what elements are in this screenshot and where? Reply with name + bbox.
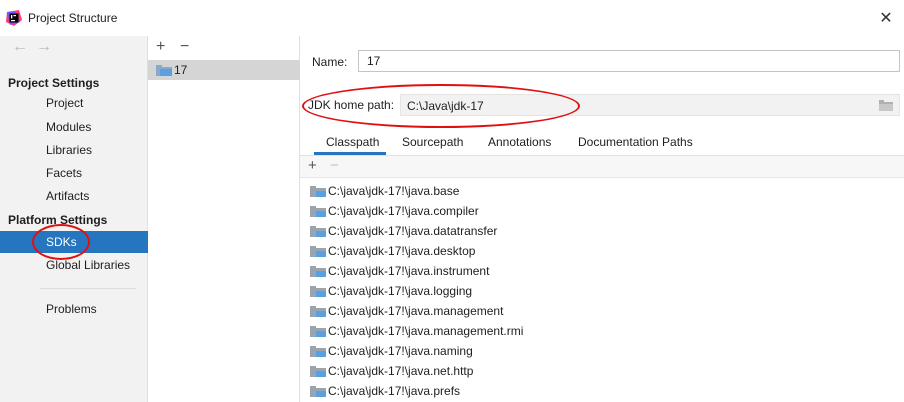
classpath-entry-label: C:\java\jdk-17!\java.management.rmi bbox=[328, 324, 524, 338]
remove-sdk-icon[interactable]: − bbox=[180, 38, 189, 56]
classpath-entry-label: C:\java\jdk-17!\java.naming bbox=[328, 344, 473, 358]
classpath-entry[interactable]: C:\java\jdk-17!\java.compiler bbox=[300, 201, 904, 221]
browse-folder-icon[interactable] bbox=[879, 99, 893, 111]
classpath-entry[interactable]: C:\java\jdk-17!\java.net.http bbox=[300, 361, 904, 381]
add-classpath-icon[interactable]: + bbox=[308, 157, 317, 174]
jar-folder-icon bbox=[310, 386, 326, 397]
classpath-entry-label: C:\java\jdk-17!\java.prefs bbox=[328, 384, 461, 398]
sidebar-item-modules[interactable]: Modules bbox=[0, 116, 148, 138]
jdk-path-highlight-annotation bbox=[302, 84, 580, 128]
title-bar: Project Structure ✕ bbox=[0, 0, 904, 36]
jar-folder-icon bbox=[310, 246, 326, 257]
jar-folder-icon bbox=[310, 366, 326, 377]
sdk-list-panel: + − 17 bbox=[148, 36, 300, 402]
sidebar-item-project[interactable]: Project bbox=[0, 92, 148, 114]
classpath-entry-label: C:\java\jdk-17!\java.instrument bbox=[328, 264, 490, 278]
jar-folder-icon bbox=[310, 346, 326, 357]
classpath-entry-label: C:\java\jdk-17!\java.datatransfer bbox=[328, 224, 498, 238]
sidebar-item-problems[interactable]: Problems bbox=[0, 298, 148, 320]
classpath-toolbar: + − bbox=[300, 156, 904, 178]
sdk-name-label: 17 bbox=[174, 63, 188, 77]
tab-sourcepath[interactable]: Sourcepath bbox=[402, 135, 463, 149]
classpath-entry-label: C:\java\jdk-17!\java.compiler bbox=[328, 204, 479, 218]
classpath-entry[interactable]: C:\java\jdk-17!\java.base bbox=[300, 181, 904, 201]
classpath-entry[interactable]: C:\java\jdk-17!\java.instrument bbox=[300, 261, 904, 281]
add-sdk-icon[interactable]: + bbox=[156, 38, 165, 56]
settings-sidebar: ←→ Project Settings Project Modules Libr… bbox=[0, 36, 148, 402]
sidebar-item-artifacts[interactable]: Artifacts bbox=[0, 185, 148, 207]
classpath-entry-label: C:\java\jdk-17!\java.logging bbox=[328, 284, 473, 298]
jar-folder-icon bbox=[310, 306, 326, 317]
history-navigation: ←→ bbox=[12, 38, 60, 56]
classpath-entry[interactable]: C:\java\jdk-17!\java.prefs bbox=[300, 381, 904, 401]
jar-folder-icon bbox=[310, 326, 326, 337]
sdk-list-item[interactable]: 17 bbox=[148, 60, 300, 80]
name-field-value: 17 bbox=[367, 54, 381, 68]
jar-folder-icon bbox=[310, 226, 326, 237]
classpath-entry[interactable]: C:\java\jdk-17!\java.datatransfer bbox=[300, 221, 904, 241]
classpath-entry[interactable]: C:\java\jdk-17!\java.desktop bbox=[300, 241, 904, 261]
close-button[interactable]: ✕ bbox=[876, 8, 896, 28]
remove-classpath-icon[interactable]: − bbox=[330, 157, 339, 174]
classpath-entry[interactable]: C:\java\jdk-17!\java.management bbox=[300, 301, 904, 321]
sidebar-item-facets[interactable]: Facets bbox=[0, 162, 148, 184]
tab-classpath[interactable]: Classpath bbox=[326, 135, 379, 149]
classpath-entry-label: C:\java\jdk-17!\java.desktop bbox=[328, 244, 476, 258]
jar-folder-icon bbox=[310, 186, 326, 197]
classpath-entry[interactable]: C:\java\jdk-17!\java.management.rmi bbox=[300, 321, 904, 341]
classpath-entry[interactable]: C:\java\jdk-17!\java.logging bbox=[300, 281, 904, 301]
forward-arrow-icon[interactable]: → bbox=[36, 38, 60, 55]
sidebar-item-libraries[interactable]: Libraries bbox=[0, 139, 148, 161]
tab-documentation-paths[interactable]: Documentation Paths bbox=[578, 135, 693, 149]
classpath-entry-label: C:\java\jdk-17!\java.net.http bbox=[328, 364, 474, 378]
sidebar-divider bbox=[40, 288, 136, 289]
name-field[interactable]: 17 bbox=[358, 50, 900, 72]
intellij-app-icon bbox=[6, 10, 22, 26]
project-settings-header: Project Settings bbox=[8, 76, 100, 90]
jdk-folder-icon bbox=[156, 65, 172, 76]
name-label: Name: bbox=[312, 55, 348, 69]
back-arrow-icon[interactable]: ← bbox=[12, 38, 36, 55]
tab-annotations[interactable]: Annotations bbox=[488, 135, 551, 149]
sdks-highlight-annotation bbox=[32, 224, 90, 260]
jar-folder-icon bbox=[310, 206, 326, 217]
classpath-entry-label: C:\java\jdk-17!\java.base bbox=[328, 184, 460, 198]
window-title: Project Structure bbox=[28, 11, 118, 25]
jar-folder-icon bbox=[310, 286, 326, 297]
classpath-entry[interactable]: C:\java\jdk-17!\java.naming bbox=[300, 341, 904, 361]
sdk-detail-panel: Name: 17 JDK home path: C:\Java\jdk-17 C… bbox=[300, 36, 904, 402]
jar-folder-icon bbox=[310, 266, 326, 277]
classpath-entry-label: C:\java\jdk-17!\java.management bbox=[328, 304, 504, 318]
sdk-tabs: Classpath Sourcepath Annotations Documen… bbox=[300, 132, 904, 155]
close-icon: ✕ bbox=[879, 10, 893, 27]
